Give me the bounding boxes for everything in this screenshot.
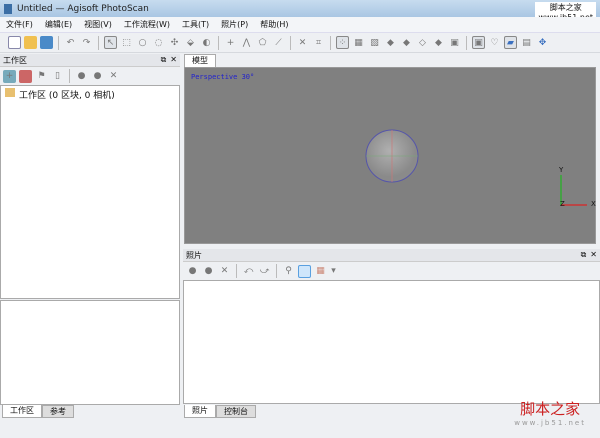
add-chunk-icon[interactable]: + — [3, 69, 16, 83]
workspace-folder-icon — [5, 88, 15, 97]
menu-workflow[interactable]: 工作流程(W) — [118, 19, 176, 30]
axis-x-label: X — [591, 200, 596, 208]
tab-console[interactable]: 控制台 — [216, 405, 256, 418]
workspace-toolbar: + ⚑ ▯ ● ● ✕ — [0, 67, 180, 85]
tab-model[interactable]: 模型 — [184, 54, 216, 67]
tab-photos[interactable]: 照片 — [184, 405, 216, 418]
window-title: Untitled — Agisoft PhotoScan — [17, 3, 149, 14]
mask-icon[interactable] — [298, 264, 311, 278]
navigation-icon[interactable]: ↖ — [104, 36, 117, 49]
menu-view[interactable]: 视图(V) — [78, 19, 118, 30]
watermark-bottom-url: www.jb51.net — [514, 419, 586, 427]
watermark-bottom: 脚本之家 www.jb51.net — [514, 398, 586, 427]
textured-icon[interactable]: ◆ — [432, 36, 445, 49]
wireframe-icon[interactable]: ◇ — [416, 36, 429, 49]
binoculars-icon[interactable]: ⚲ — [282, 265, 295, 278]
mesh-icon[interactable]: ▧ — [368, 36, 381, 49]
rect-select-icon[interactable]: ⬚ — [120, 36, 133, 49]
disable-camera-icon[interactable]: ● — [202, 265, 215, 278]
save-icon[interactable] — [40, 36, 53, 49]
dense-cloud-icon[interactable]: ▦ — [352, 36, 365, 49]
add-photos-icon[interactable] — [19, 69, 32, 83]
show-trackball-icon[interactable]: ▤ — [520, 36, 533, 49]
photos-title: 照片 — [186, 250, 202, 260]
reset-view-icon[interactable]: ✥ — [536, 36, 549, 49]
rotate-region-icon[interactable]: ◐ — [200, 36, 213, 49]
float-icon[interactable]: ⧉ — [581, 250, 587, 260]
trackball-icon — [365, 129, 419, 183]
delete-icon[interactable]: ✕ — [296, 36, 309, 49]
model-tabs: 模型 — [184, 54, 216, 67]
left-tabs: 工作区 参考 — [2, 405, 74, 418]
free-select-icon[interactable]: ◌ — [152, 36, 165, 49]
point-icon[interactable]: + — [224, 36, 237, 49]
workspace-tree: 工作区 (0 区块, 0 相机) — [0, 85, 180, 299]
close-icon[interactable]: ✕ — [170, 55, 177, 65]
solid-icon[interactable]: ◆ — [400, 36, 413, 49]
photos-list — [183, 280, 600, 404]
add-markers-icon[interactable]: ⚑ — [35, 70, 48, 83]
rotate-right-icon[interactable]: ⤻ — [258, 265, 271, 278]
photos-toolbar: ● ● ✕ ⤺ ⤻ ⚲ ▦ ▾ — [183, 262, 600, 280]
enable-icon[interactable]: ● — [75, 70, 88, 83]
crop-icon[interactable]: ⌗ — [312, 36, 325, 49]
tiled-icon[interactable]: ▣ — [448, 36, 461, 49]
remove-icon[interactable]: ✕ — [107, 70, 120, 83]
workspace-tree-root[interactable]: 工作区 (0 区块, 0 相机) — [19, 88, 115, 101]
resize-region-icon[interactable]: ⬙ — [184, 36, 197, 49]
point-cloud-icon[interactable]: ⁘ — [336, 36, 349, 49]
show-region-icon[interactable]: ▰ — [504, 36, 517, 49]
show-cameras-icon[interactable]: ▣ — [472, 36, 485, 49]
menu-edit[interactable]: 编辑(E) — [39, 19, 78, 30]
redo-icon[interactable]: ↷ — [80, 36, 93, 49]
remove-camera-icon[interactable]: ✕ — [218, 265, 231, 278]
menu-bar: 文件(F) 编辑(E) 视图(V) 工作流程(W) 工具(T) 照片(P) 帮助… — [0, 17, 600, 33]
watermark-name: 脚本之家 — [549, 3, 582, 12]
view-mode-icon[interactable]: ▦ — [314, 265, 327, 278]
app-icon — [4, 3, 12, 14]
main-toolbar: ↶ ↷ ↖ ⬚ ○ ◌ ✣ ⬙ ◐ + ⋀ ⬠ ⟋ ✕ ⌗ ⁘ ▦ ▧ ◆ ◆ … — [0, 33, 600, 53]
chevron-down-icon[interactable]: ▾ — [330, 265, 337, 278]
menu-file[interactable]: 文件(F) — [0, 19, 39, 30]
float-icon[interactable]: ⧉ — [161, 55, 167, 65]
menu-tools[interactable]: 工具(T) — [176, 19, 215, 30]
open-icon[interactable] — [24, 36, 37, 49]
undo-icon[interactable]: ↶ — [64, 36, 77, 49]
add-scalebar-icon[interactable]: ▯ — [51, 70, 64, 83]
close-icon[interactable]: ✕ — [590, 250, 597, 260]
menu-help[interactable]: 帮助(H) — [254, 19, 294, 30]
show-markers-icon[interactable]: ♡ — [488, 36, 501, 49]
reference-pane — [0, 300, 180, 405]
move-region-icon[interactable]: ✣ — [168, 36, 181, 49]
tab-workspace[interactable]: 工作区 — [2, 405, 42, 418]
menu-photos[interactable]: 照片(P) — [215, 19, 254, 30]
title-bar: Untitled — Agisoft PhotoScan — [0, 0, 600, 17]
polyline-icon[interactable]: ⋀ — [240, 36, 253, 49]
enable-camera-icon[interactable]: ● — [186, 265, 199, 278]
new-icon[interactable] — [8, 36, 21, 49]
photos-pane: 照片 ⧉ ✕ ● ● ✕ ⤺ ⤻ ⚲ ▦ ▾ — [183, 249, 600, 404]
photos-header: 照片 ⧉ ✕ — [183, 249, 600, 262]
watermark-bottom-name: 脚本之家 — [520, 400, 581, 418]
axis-z-label: Z — [560, 200, 565, 208]
disable-icon[interactable]: ● — [91, 70, 104, 83]
viewport-canvas — [365, 129, 587, 206]
axis-y-label: Y — [559, 166, 564, 174]
workspace-title: 工作区 — [3, 55, 27, 65]
circle-select-icon[interactable]: ○ — [136, 36, 149, 49]
rotate-left-icon[interactable]: ⤺ — [242, 265, 255, 278]
shaded-icon[interactable]: ◆ — [384, 36, 397, 49]
workspace-header: 工作区 ⧉ ✕ — [0, 54, 180, 67]
model-viewport[interactable]: Perspective 30° Y X Z — [184, 67, 596, 244]
polygon-icon[interactable]: ⬠ — [256, 36, 269, 49]
tab-reference[interactable]: 参考 — [42, 405, 74, 418]
ruler-icon[interactable]: ⟋ — [272, 36, 285, 49]
workspace-pane: 工作区 ⧉ ✕ + ⚑ ▯ ● ● ✕ 工作区 (0 区块, 0 相机) — [0, 54, 180, 299]
bottom-right-tabs: 照片 控制台 — [184, 405, 256, 418]
